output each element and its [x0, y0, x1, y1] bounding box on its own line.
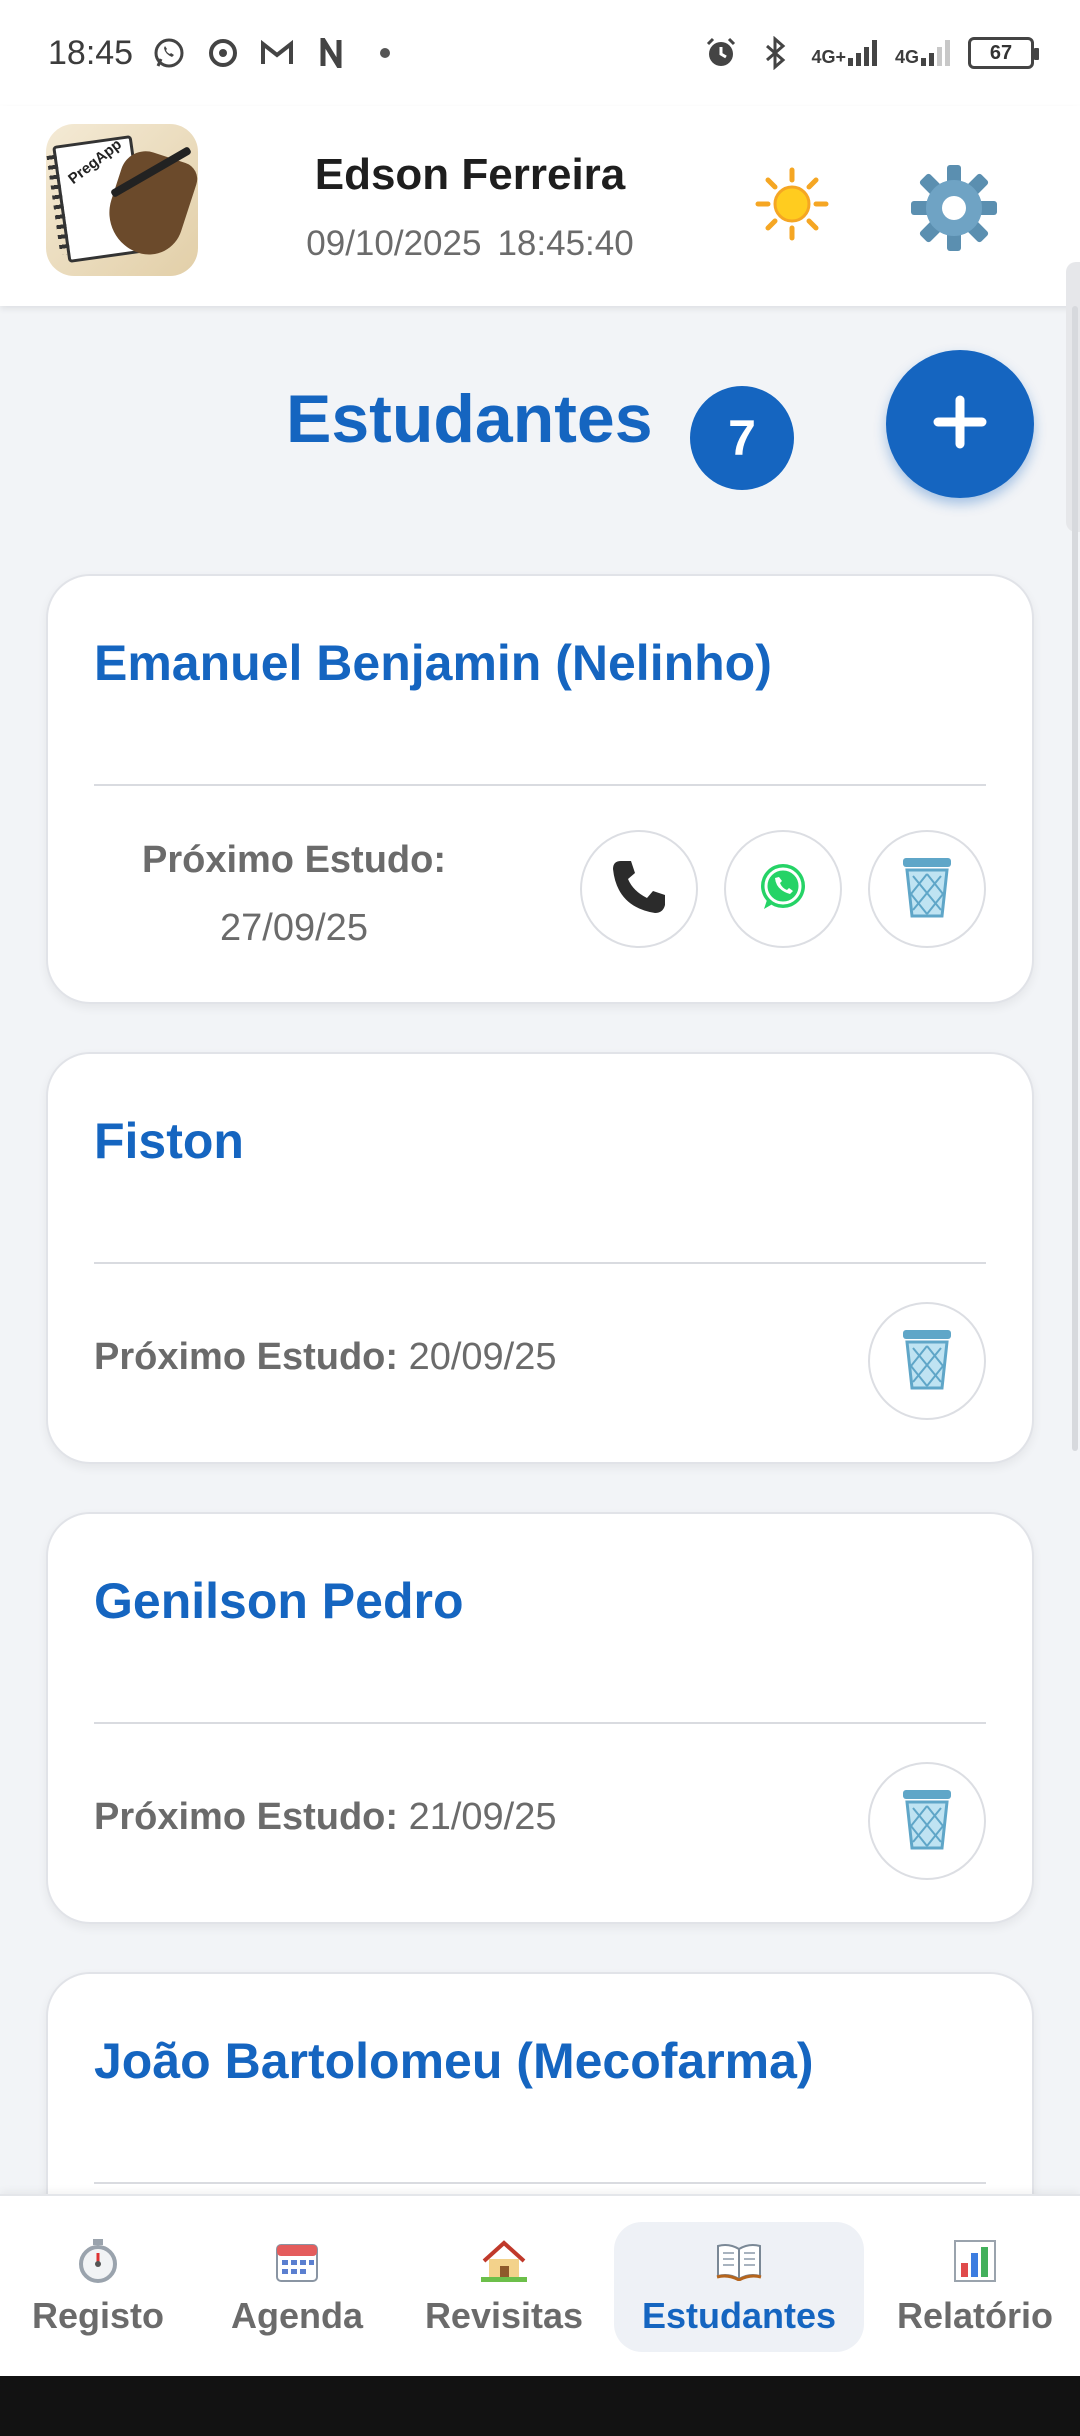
- nav-revisitas[interactable]: Revisitas: [414, 2196, 594, 2378]
- call-button[interactable]: [580, 830, 698, 948]
- current-time: 18:45:40: [497, 224, 634, 263]
- battery-icon: 67: [968, 37, 1039, 69]
- card-divider: [94, 1262, 986, 1264]
- next-study-info: Próximo Estudo: 21/09/25: [94, 1796, 557, 1839]
- nav-label: Relatório: [896, 2295, 1054, 2336]
- stopwatch-icon: [74, 2237, 122, 2285]
- bottom-navigation: Registo Agenda Revisitas Estudantes Rela: [0, 2194, 1080, 2376]
- signal-bars-2-icon: [921, 40, 950, 66]
- add-student-button[interactable]: [886, 350, 1034, 498]
- card-divider: [94, 1722, 986, 1724]
- plus-icon: [932, 394, 988, 455]
- next-study-label: Próximo Estudo:: [141, 839, 447, 881]
- nav-label: Revisitas: [424, 2295, 584, 2336]
- trash-icon: [897, 1326, 957, 1397]
- app-header: PregApp Edson Ferreira 09/10/2025 18:45:4…: [0, 106, 1080, 306]
- delete-button[interactable]: [868, 1302, 986, 1420]
- phone-icon: [607, 855, 671, 924]
- student-card[interactable]: Emanuel Benjamin (Nelinho) Próximo Estud…: [46, 574, 1034, 1004]
- app-logo: PregApp: [46, 124, 198, 276]
- nav-registo[interactable]: Registo: [18, 2196, 178, 2378]
- chrome-notification-icon: [205, 35, 241, 71]
- next-study-info: Próximo Estudo: 20/09/25: [94, 1336, 557, 1379]
- scrollbar[interactable]: [1072, 306, 1078, 1451]
- theme-toggle-button[interactable]: [752, 166, 832, 246]
- gear-icon: [909, 163, 999, 258]
- logo-text: PregApp: [65, 135, 125, 188]
- student-card[interactable]: Fiston Próximo Estudo: 20/09/25: [46, 1052, 1034, 1464]
- student-name[interactable]: Emanuel Benjamin (Nelinho): [94, 634, 772, 692]
- system-navigation-bar: [0, 2376, 1080, 2436]
- mobile-signal-2: 4G: [895, 40, 950, 66]
- bluetooth-icon: [757, 35, 793, 71]
- sun-icon: [754, 166, 830, 247]
- next-study-date: 27/09/25: [220, 907, 368, 949]
- nav-estudantes[interactable]: Estudantes: [614, 2196, 864, 2378]
- current-date: 09/10/2025: [306, 224, 482, 263]
- house-icon: [480, 2237, 528, 2285]
- network-type-1: 4G+: [811, 47, 846, 67]
- settings-button[interactable]: [906, 162, 1002, 258]
- more-notifications-dot-icon: [367, 35, 403, 71]
- nav-relatorio[interactable]: Relatório: [890, 2196, 1060, 2378]
- next-study-label: Próximo Estudo:: [94, 1796, 399, 1838]
- whatsapp-button[interactable]: [724, 830, 842, 948]
- student-name[interactable]: João Bartolomeu (Mecofarma): [94, 2032, 814, 2090]
- screen: 18:45 4G+ 4G 67 PregApp Edson Ferreira 0…: [0, 0, 1080, 2436]
- nav-label: Registo: [31, 2295, 164, 2336]
- whatsapp-icon: [756, 860, 810, 919]
- gmail-notification-icon: [259, 35, 295, 71]
- status-bar-left: 18:45: [48, 34, 403, 73]
- next-study-date: 20/09/25: [408, 1336, 557, 1378]
- next-study-label: Próximo Estudo:: [94, 1336, 399, 1378]
- bar-chart-icon: [951, 2237, 999, 2285]
- status-bar-right: 4G+ 4G 67: [703, 35, 1039, 71]
- delete-button[interactable]: [868, 830, 986, 948]
- nav-label: Agenda: [230, 2295, 363, 2336]
- n-notification-icon: [313, 35, 349, 71]
- nav-agenda[interactable]: Agenda: [212, 2196, 382, 2378]
- student-name[interactable]: Fiston: [94, 1112, 244, 1170]
- student-card[interactable]: Genilson Pedro Próximo Estudo: 21/09/25: [46, 1512, 1034, 1924]
- next-study-date: 21/09/25: [408, 1796, 557, 1838]
- battery-level: 67: [989, 41, 1013, 64]
- network-type-2: 4G: [894, 47, 919, 67]
- next-study-info: Próximo Estudo: 27/09/25: [108, 826, 480, 962]
- mobile-signal-1: 4G+: [811, 40, 877, 66]
- current-datetime: 09/10/2025 18:45:40: [240, 224, 700, 264]
- trash-icon: [897, 1786, 957, 1857]
- book-icon: [715, 2237, 763, 2285]
- user-name: Edson Ferreira: [314, 150, 626, 199]
- whatsapp-notification-icon: [151, 35, 187, 71]
- delete-button[interactable]: [868, 1762, 986, 1880]
- status-bar: 18:45 4G+ 4G 67: [0, 0, 1080, 106]
- signal-bars-1-icon: [847, 40, 877, 66]
- nav-label: Estudantes: [641, 2295, 837, 2336]
- calendar-icon: [273, 2237, 321, 2285]
- student-name[interactable]: Genilson Pedro: [94, 1572, 464, 1630]
- page-title: Estudantes: [286, 381, 653, 457]
- trash-icon: [897, 854, 957, 925]
- status-time: 18:45: [48, 33, 134, 72]
- card-divider: [94, 2182, 986, 2184]
- student-count-badge: 7: [690, 386, 794, 490]
- card-divider: [94, 784, 986, 786]
- alarm-icon: [703, 35, 739, 71]
